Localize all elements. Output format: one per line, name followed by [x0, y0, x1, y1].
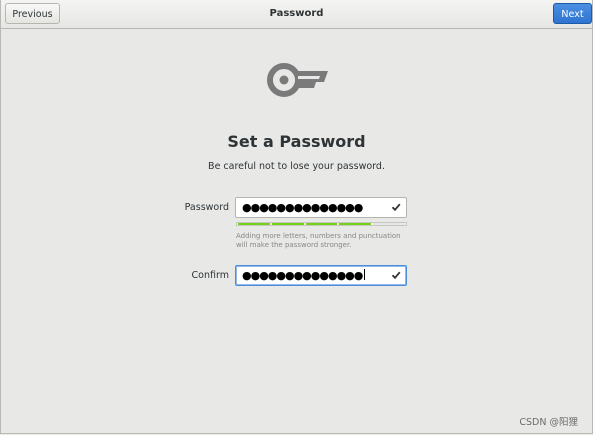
key-icon — [267, 63, 328, 97]
page-title: Password — [269, 8, 324, 19]
password-masked-value: ●●●●●●●●●●●●●● — [242, 201, 363, 214]
strength-segment — [373, 223, 405, 225]
confirm-input[interactable]: ●●●●●●●●●●●●●● — [235, 265, 407, 286]
text-caret — [364, 269, 366, 280]
strength-segment — [339, 223, 372, 225]
password-strength-bar — [236, 222, 407, 226]
strength-segment — [238, 223, 270, 225]
next-button[interactable]: Next — [553, 3, 592, 24]
password-input[interactable]: ●●●●●●●●●●●●●● — [235, 197, 407, 218]
check-icon — [391, 203, 401, 212]
password-label: Password — [184, 202, 229, 213]
confirm-masked-value: ●●●●●●●●●●●●●● — [242, 269, 363, 282]
password-hint: Adding more letters, numbers and punctua… — [236, 232, 401, 249]
page-heading: Set a Password — [227, 132, 366, 151]
strength-segment — [305, 223, 338, 225]
header-bar: Previous Password Next — [1, 0, 592, 29]
strength-segment — [271, 223, 304, 225]
confirm-label: Confirm — [191, 270, 229, 281]
watermark: CSDN @阳狸 — [519, 417, 578, 428]
check-icon — [391, 271, 401, 280]
confirm-value-wrap: ●●●●●●●●●●●●●● — [242, 268, 366, 284]
setup-window: Previous Password Next Set a Password Be… — [0, 0, 593, 434]
page-subtitle: Be careful not to lose your password. — [208, 161, 385, 172]
